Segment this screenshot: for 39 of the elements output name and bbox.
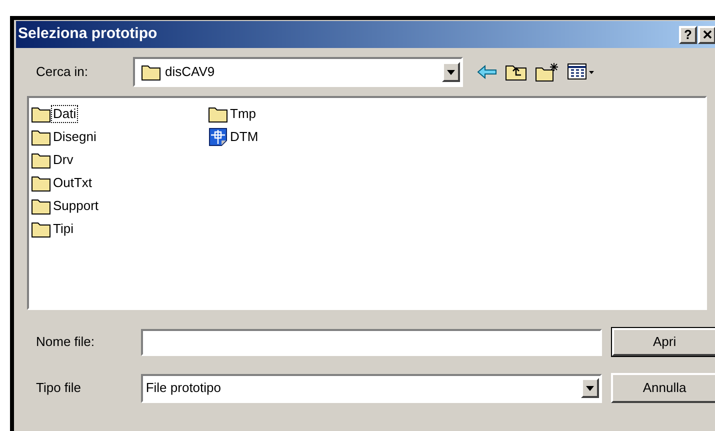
look-in-value: disCAV9 bbox=[165, 63, 216, 82]
look-in-dropdown[interactable]: disCAV9 bbox=[133, 57, 463, 87]
close-button[interactable] bbox=[698, 26, 715, 44]
close-icon bbox=[702, 30, 712, 39]
folder-icon bbox=[31, 128, 51, 146]
file-name[interactable]: Support bbox=[52, 198, 100, 214]
cancel-button[interactable]: Annulla bbox=[611, 373, 715, 403]
folder-icon bbox=[31, 151, 51, 169]
view-menu-icon[interactable] bbox=[567, 63, 595, 81]
file-type-value: File prototipo bbox=[146, 379, 222, 398]
file-name[interactable]: DTM bbox=[229, 129, 260, 145]
folder-icon bbox=[31, 220, 51, 238]
file-name[interactable]: Dati bbox=[52, 106, 78, 122]
file-name-field[interactable] bbox=[140, 328, 602, 356]
dropdown-button[interactable] bbox=[442, 62, 460, 82]
file-type-dropdown[interactable]: File prototipo bbox=[140, 374, 602, 402]
open-button[interactable]: Apri bbox=[611, 327, 715, 357]
folder-icon bbox=[31, 197, 51, 215]
file-name-label: Nome file: bbox=[36, 333, 96, 352]
up-folder-icon[interactable] bbox=[505, 63, 527, 81]
back-arrow-icon[interactable] bbox=[477, 65, 497, 79]
file-type-label: Tipo file bbox=[36, 379, 82, 398]
window-title: Seleziona prototipo bbox=[18, 24, 158, 44]
file-name[interactable]: Disegni bbox=[52, 129, 98, 145]
caret-down-icon bbox=[586, 386, 594, 390]
file-name[interactable]: Drv bbox=[52, 152, 74, 168]
file-name[interactable]: Tipi bbox=[52, 221, 74, 237]
folder-icon bbox=[141, 63, 161, 81]
folder-icon bbox=[208, 105, 228, 123]
look-in-label: Cerca in: bbox=[36, 63, 90, 82]
file-name[interactable]: OutTxt bbox=[52, 175, 94, 191]
folder-icon bbox=[31, 174, 51, 192]
folder-icon bbox=[31, 105, 51, 123]
new-folder-icon[interactable] bbox=[535, 62, 559, 82]
caret-down-icon bbox=[447, 70, 455, 74]
dropdown-button[interactable] bbox=[581, 378, 600, 398]
file-name[interactable]: Tmp bbox=[229, 106, 257, 122]
help-button[interactable]: ? bbox=[679, 26, 697, 44]
blueprint-file-icon bbox=[209, 128, 227, 146]
